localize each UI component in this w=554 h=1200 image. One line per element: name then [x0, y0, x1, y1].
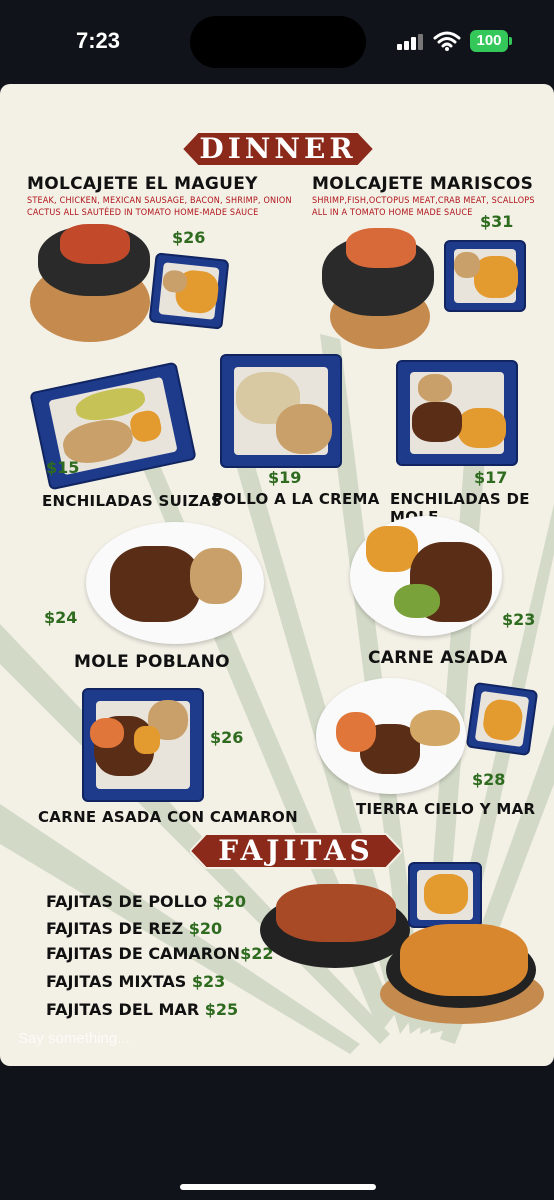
fajita-item: FAJITAS DE POLLO $20	[46, 892, 246, 911]
dish-name: MOLCAJETE MARISCOS	[312, 174, 534, 194]
fajita-name: FAJITAS MIXTAS	[46, 972, 187, 991]
wifi-icon	[433, 31, 461, 51]
dish-price: $15	[46, 458, 80, 477]
dish-description: SHRIMP,FISH,OCTOPUS MEAT,CRAB MEAT, SCAL…	[312, 196, 535, 206]
menu-image[interactable]: DINNER MOLCAJETE EL MAGUEY STEAK, CHICKE…	[0, 84, 554, 1066]
dish-price: $31	[480, 212, 514, 231]
fajita-price: $23	[191, 972, 226, 991]
dinner-title: DINNER	[199, 132, 357, 165]
mole	[110, 546, 200, 622]
chicken	[410, 710, 460, 746]
fajitas-banner: FAJITAS	[190, 832, 402, 870]
dish-name: MOLCAJETE EL MAGUEY	[27, 174, 258, 194]
dynamic-island	[190, 16, 366, 68]
battery-tip	[509, 37, 512, 45]
beans	[454, 252, 480, 278]
dish-name: CARNE ASADA CON CAMARON	[38, 808, 298, 826]
fajita-price: $20	[188, 919, 223, 938]
dish-description: STEAK, CHICKEN, MEXICAN SAUSAGE, BACON, …	[27, 196, 292, 206]
beans	[418, 374, 452, 402]
fajita-meat	[276, 884, 396, 942]
chat-input[interactable]: Say something...	[18, 1030, 130, 1047]
rice	[458, 408, 506, 448]
fajitas-title: FAJITAS	[218, 834, 374, 867]
rice	[134, 726, 160, 754]
fajita-name: FAJITAS DE CAMARON	[46, 944, 241, 963]
dish-name: CARNE ASADA	[368, 648, 508, 668]
dish-price: $23	[502, 610, 536, 629]
battery-indicator: 100	[470, 30, 508, 52]
food-detail	[60, 224, 130, 264]
chat-bar[interactable]: Say something...	[0, 1022, 554, 1066]
side-plate	[444, 240, 526, 312]
dinner-banner: DINNER	[182, 130, 374, 168]
status-bar: 7:23 100	[0, 0, 554, 84]
side-plate	[465, 681, 539, 757]
dish-description: ALL IN A TOMATO HOME MADE SAUCE	[312, 208, 473, 218]
fajita-shrimp	[400, 924, 528, 996]
fajita-item: FAJITAS MIXTAS $23	[46, 972, 225, 991]
dish-price: $26	[172, 228, 206, 247]
beans	[190, 548, 242, 604]
dish-price: $28	[472, 770, 506, 789]
fajita-item: FAJITAS DEL MAR $25	[46, 1000, 238, 1019]
fajita-item: FAJITAS DE REZ $20	[46, 919, 222, 938]
fajita-name: FAJITAS DEL MAR	[46, 1000, 200, 1019]
shrimp	[336, 712, 376, 752]
side-plate	[148, 252, 230, 330]
side-plate	[408, 862, 482, 928]
fajita-name: FAJITAS DE POLLO	[46, 892, 208, 911]
dish-price: $24	[44, 608, 78, 627]
rice	[424, 874, 468, 914]
food-detail	[346, 228, 416, 268]
status-time: 7:23	[76, 28, 121, 53]
dish-photo	[220, 354, 342, 468]
beans	[276, 404, 332, 454]
dish-photo	[82, 688, 204, 802]
dish-photo	[396, 360, 518, 466]
cellular-signal-icon	[397, 34, 423, 50]
dish-name: POLLO A LA CREMA	[212, 490, 380, 508]
fajita-name: FAJITAS DE REZ	[46, 919, 184, 938]
home-indicator[interactable]	[180, 1184, 376, 1190]
rice	[474, 256, 518, 298]
dish-name: MOLE POBLANO	[74, 652, 230, 672]
fajita-price: $20	[212, 892, 247, 911]
dish-price: $26	[210, 728, 244, 747]
shrimp	[90, 718, 124, 748]
dish-price: $17	[474, 468, 508, 487]
guacamole	[394, 584, 440, 618]
dish-price: $19	[268, 468, 302, 487]
dish-name: TIERRA CIELO Y MAR	[356, 800, 536, 818]
dish-name: ENCHILADAS SUIZAS	[42, 492, 223, 510]
fajita-price: $25	[204, 1000, 239, 1019]
mole	[412, 402, 462, 442]
dish-description: CACTUS ALL SAUTÉED IN TOMATO HOME-MADE S…	[27, 208, 259, 218]
fajita-item: FAJITAS DE CAMARON$22	[46, 944, 273, 963]
